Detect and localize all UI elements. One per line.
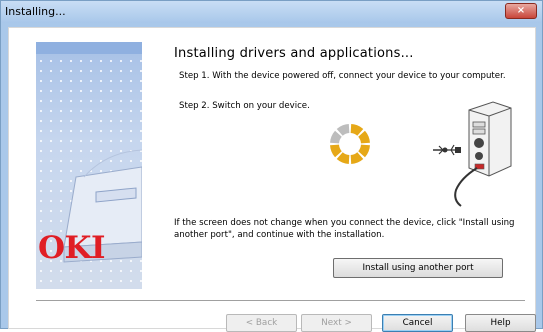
- help-button[interactable]: Help: [465, 314, 536, 332]
- usb-connect-illustration-icon: [433, 101, 512, 207]
- step-1-text: Step 1. With the device powered off, con…: [179, 71, 506, 81]
- install-another-port-button[interactable]: Install using another port: [333, 258, 503, 278]
- progress-spinner-icon: [330, 124, 370, 164]
- back-button[interactable]: < Back: [226, 314, 297, 332]
- next-button[interactable]: Next >: [301, 314, 372, 332]
- close-icon: ×: [516, 5, 526, 16]
- installer-window: Installing... × OKI Installing drivers a…: [0, 0, 543, 332]
- close-button[interactable]: ×: [505, 3, 537, 19]
- window-title: Installing...: [5, 5, 66, 18]
- dialog-body: OKI Installing drivers and applications.…: [8, 27, 536, 332]
- cancel-button[interactable]: Cancel: [382, 314, 453, 332]
- side-banner: OKI: [36, 42, 142, 289]
- title-bar[interactable]: Installing... ×: [1, 1, 542, 23]
- step-2-text: Step 2. Switch on your device.: [179, 101, 310, 111]
- page-title: Installing drivers and applications...: [174, 46, 414, 61]
- alt-port-instructions: If the screen does not change when you c…: [174, 218, 515, 240]
- footer-separator: [36, 300, 525, 302]
- oki-logo: OKI: [38, 230, 105, 266]
